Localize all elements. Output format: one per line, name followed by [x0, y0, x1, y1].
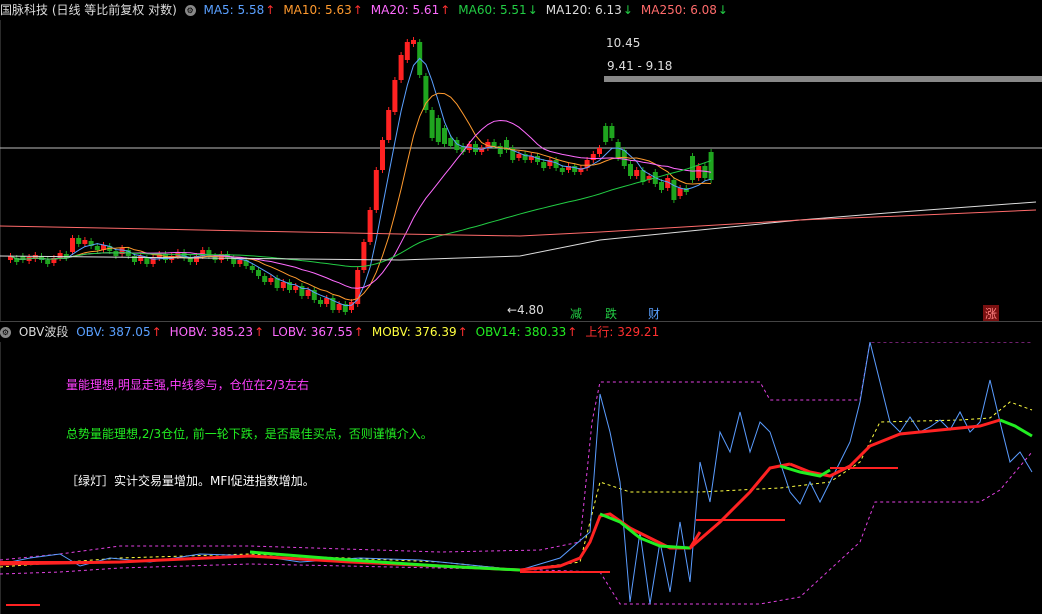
candlestick-chart[interactable]: 10.45 9.41 - 9.18 ←4.80: [0, 20, 1042, 322]
indicator-legend: OBV: 387.05↑ HOBV: 385.23↑ LOBV: 367.55↑ MO…: [76, 325, 663, 339]
ma-legend-item-3: MA60: 5.51: [458, 3, 527, 17]
candle-body: [541, 162, 547, 168]
settings-icon[interactable]: ⚙: [0, 327, 11, 338]
candle-body: [429, 110, 435, 138]
candle-body: [76, 238, 82, 244]
candle-body: [442, 128, 447, 144]
event-marker-cai[interactable]: 财: [646, 305, 662, 322]
candle-body: [708, 152, 714, 180]
candle-body: [373, 170, 379, 210]
candle-body: [609, 126, 615, 138]
ma-legend: MA5: 5.58↑ MA10: 5.63↑ MA20: 5.61↑ MA60: 5.…: [203, 3, 736, 17]
candle-body: [696, 166, 702, 178]
legend-red-bar: [6, 604, 40, 606]
candle-body: [94, 246, 100, 250]
ma-legend-item-5: MA250: 6.08: [640, 3, 717, 17]
up-arrow-icon: ↑: [265, 3, 276, 17]
event-marker-jian[interactable]: 减: [568, 305, 584, 322]
candle-body: [448, 138, 454, 146]
note-2: 总势量能理想,2/3仓位, 前一轮下跌，是否最佳买点，否则谨慎介入。: [66, 427, 433, 441]
obv14-line-green: [599, 512, 691, 550]
down-arrow-icon: ↓: [622, 3, 633, 17]
high-price-label: 10.45: [606, 36, 640, 50]
note-3: ［绿灯］实计交易量增加。MFI促进指数增加。: [66, 474, 315, 488]
low-price-label: ←4.80: [507, 303, 544, 317]
stock-title[interactable]: 国脉科技 (日线 等比前复权 对数): [0, 3, 177, 17]
ma5-line: [10, 57, 712, 307]
candle-body: [491, 142, 497, 146]
candle-body: [82, 240, 88, 244]
note-1: 量能理想,明显走强,中线参与，仓位在2/3左右: [66, 378, 309, 392]
candle-body: [603, 126, 609, 142]
ma-legend-item-1: MA10: 5.63: [283, 3, 352, 17]
candle-body: [597, 148, 602, 154]
down-arrow-icon: ↓: [717, 3, 728, 17]
candle-body: [435, 118, 441, 142]
candle-body: [144, 258, 150, 264]
candle-body: [380, 140, 385, 170]
range-label: 9.41 - 9.18: [607, 59, 672, 73]
candle-body: [45, 260, 51, 264]
indicator-legend-item-1: HOBV: 385.23: [169, 325, 254, 339]
candle-body: [293, 286, 299, 290]
candle-body: [367, 210, 373, 242]
ma120-line: [0, 201, 1037, 261]
candle-body: [677, 188, 683, 196]
candle-body: [138, 256, 144, 261]
indicator-legend-item-0: OBV: 387.05: [76, 325, 151, 339]
candle-body: [280, 282, 286, 288]
candle-body: [113, 251, 119, 256]
indicator-legend-item-4: OBV14: 380.33: [475, 325, 567, 339]
candle-body: [392, 80, 398, 112]
candle-body: [268, 278, 274, 282]
candle-body: [411, 40, 416, 44]
up-arrow-icon: ↑: [353, 325, 364, 339]
candle-body: [256, 270, 261, 276]
candle-body: [70, 238, 75, 252]
obv14-line-green: [999, 418, 1033, 438]
candle-body: [57, 253, 63, 258]
indicator-name[interactable]: OBV波段: [19, 325, 69, 339]
ma-legend-item-0: MA5: 5.58: [203, 3, 265, 17]
candle-body: [404, 42, 410, 60]
up-arrow-icon: ↑: [254, 325, 265, 339]
candle-body: [615, 142, 621, 158]
ma-legend-item-2: MA20: 5.61: [370, 3, 440, 17]
up-arrow-icon: ↑: [567, 325, 578, 339]
indicator-legend-item-2: LOBV: 367.55: [272, 325, 353, 339]
ma20-line: [10, 119, 712, 289]
obv14-line-red: [689, 462, 791, 550]
up-arrow-icon: ↑: [151, 325, 162, 339]
event-marker-zhang[interactable]: 涨: [983, 305, 1000, 322]
down-arrow-icon: ↓: [527, 3, 538, 17]
candle-body: [305, 290, 311, 296]
candle-body: [249, 266, 255, 270]
price-range-bar: [604, 76, 1042, 82]
chart-header: 国脉科技 (日线 等比前复权 对数) ⚙ MA5: 5.58↑ MA10: 5.6…: [0, 0, 740, 20]
up-arrow-icon: ↑: [352, 3, 363, 17]
candle-body: [336, 304, 342, 310]
ma-legend-item-4: MA120: 6.13: [545, 3, 622, 17]
candle-body: [634, 170, 640, 176]
candle-body: [671, 180, 677, 200]
indicator-legend-item-3: MOBV: 376.39: [371, 325, 457, 339]
candle-body: [398, 55, 404, 80]
indicator-legend-item-5: 上行: 329.21: [585, 325, 660, 339]
settings-icon[interactable]: ⚙: [184, 5, 196, 16]
candle-body: [262, 276, 268, 282]
candle-body: [516, 154, 522, 158]
indicator-header: ⚙ OBV波段 OBV: 387.05↑ HOBV: 385.23↑ LOBV: 3…: [0, 322, 667, 342]
event-marker-die[interactable]: 跌: [603, 305, 619, 322]
up-arrow-icon: ↑: [457, 325, 468, 339]
candle-body: [386, 110, 392, 140]
candle-body: [237, 260, 243, 264]
candle-body: [559, 168, 565, 172]
candle-body: [423, 76, 429, 110]
candle-body: [318, 300, 323, 304]
candle-body: [659, 182, 664, 190]
up-arrow-icon: ↑: [440, 3, 451, 17]
hobv-envelope: [0, 342, 1032, 561]
candle-body: [628, 164, 633, 176]
